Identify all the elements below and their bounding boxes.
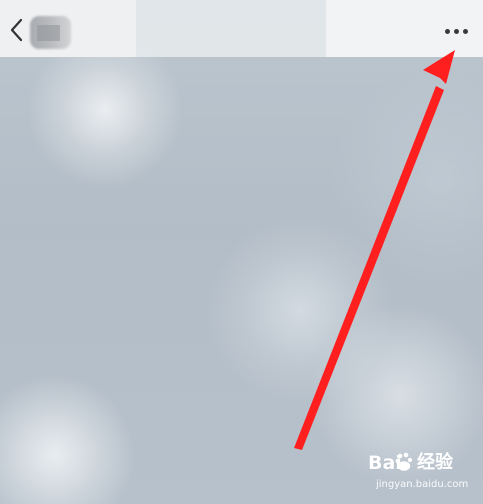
watermark-url: jingyan.baidu.com bbox=[376, 479, 469, 490]
app-screen: Bai 经验 jingyan.baidu.com bbox=[0, 0, 483, 504]
red-arrow-annotation bbox=[294, 50, 455, 450]
paw-icon bbox=[395, 452, 413, 471]
arrow-shaft bbox=[294, 86, 444, 450]
arrow-head bbox=[423, 50, 455, 84]
watermark-jingyan-text: 经验 bbox=[417, 452, 453, 473]
baidu-jingyan-watermark: Bai 经验 jingyan.baidu.com bbox=[368, 451, 480, 499]
